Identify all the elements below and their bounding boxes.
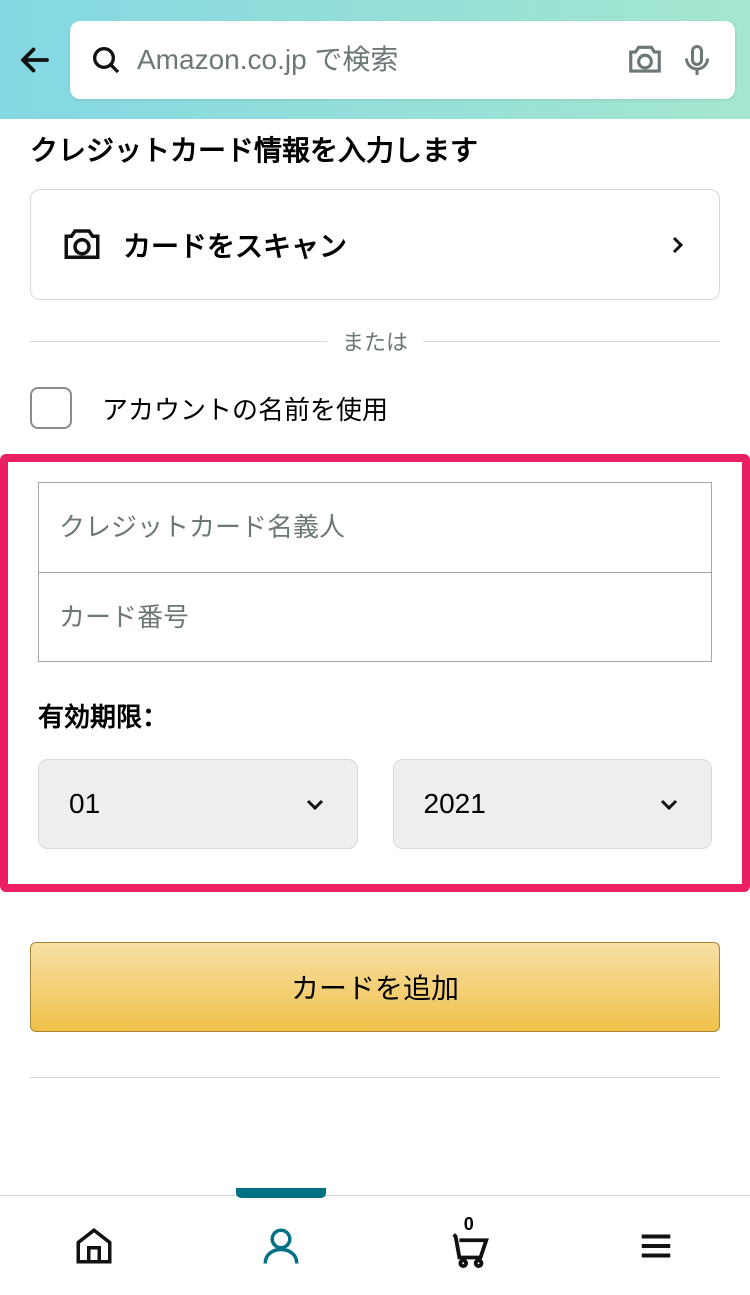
- cart-count: 0: [464, 1214, 474, 1235]
- main-content: クレジットカード情報を入力します カードをスキャン または アカウントの名前を使…: [0, 129, 750, 1078]
- add-card-label: カードを追加: [291, 967, 459, 1007]
- scan-card-label: カードをスキャン: [123, 225, 347, 265]
- use-account-name-checkbox[interactable]: [30, 387, 72, 429]
- expiry-year-select[interactable]: 2021: [393, 759, 713, 849]
- divider-text: または: [342, 325, 408, 357]
- back-arrow-icon: [17, 42, 53, 78]
- search-input[interactable]: [137, 44, 611, 76]
- expiry-month-value: 01: [69, 788, 100, 820]
- nav-home[interactable]: [64, 1216, 124, 1276]
- bottom-navigation: 0: [0, 1195, 750, 1295]
- nav-active-indicator: [236, 1188, 326, 1198]
- nav-cart[interactable]: 0: [439, 1216, 499, 1276]
- back-button[interactable]: [15, 40, 55, 80]
- home-icon: [73, 1225, 115, 1267]
- nav-menu[interactable]: [626, 1216, 686, 1276]
- expiry-month-select[interactable]: 01: [38, 759, 358, 849]
- nav-account[interactable]: [251, 1216, 311, 1276]
- search-icon: [90, 44, 122, 76]
- use-account-name-row: アカウントの名前を使用: [30, 387, 720, 429]
- cardholder-name-input[interactable]: [38, 482, 712, 572]
- account-icon: [260, 1225, 302, 1267]
- microphone-icon[interactable]: [679, 42, 715, 78]
- chevron-right-icon: [665, 233, 689, 257]
- scan-card-button[interactable]: カードをスキャン: [30, 189, 720, 300]
- chevron-down-icon: [657, 792, 681, 816]
- camera-icon[interactable]: [626, 41, 664, 79]
- chevron-down-icon: [303, 792, 327, 816]
- app-header: [0, 0, 750, 119]
- expiry-label: 有効期限：: [38, 697, 712, 734]
- expiry-year-value: 2021: [424, 788, 486, 820]
- use-account-name-label: アカウントの名前を使用: [102, 390, 388, 427]
- search-bar[interactable]: [70, 21, 735, 99]
- menu-icon: [637, 1227, 675, 1265]
- card-form-highlight: 有効期限： 01 2021: [0, 454, 750, 892]
- page-title: クレジットカード情報を入力します: [30, 129, 720, 169]
- add-card-button[interactable]: カードを追加: [30, 942, 720, 1032]
- camera-icon: [61, 224, 103, 266]
- content-divider: [30, 1077, 720, 1078]
- divider: または: [30, 325, 720, 357]
- card-number-input[interactable]: [38, 572, 712, 662]
